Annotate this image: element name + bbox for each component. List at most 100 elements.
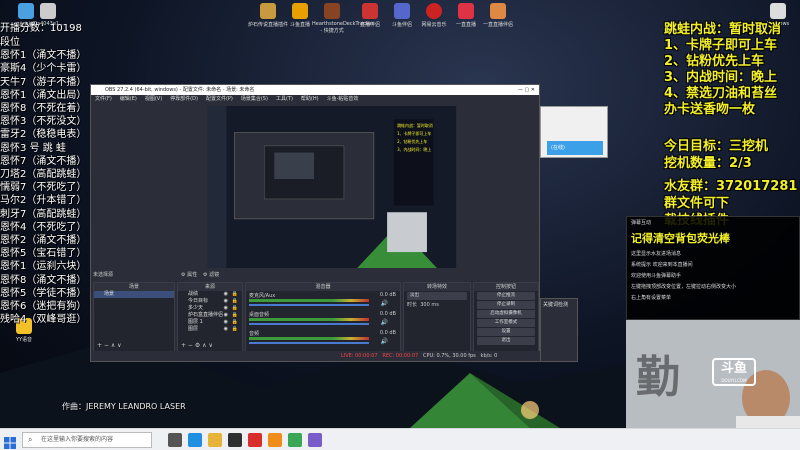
source-item-label: 今日目标	[188, 298, 209, 304]
lock-icon[interactable]: 🔒	[232, 319, 238, 326]
desktop-icon-yizhi-companion[interactable]: 一直直播伴侣	[478, 3, 518, 28]
chat-highlight: 记得清空背包荧光棒	[631, 232, 730, 245]
task-view-icon[interactable]	[168, 433, 182, 447]
speaker-icon[interactable]: 🔊	[381, 319, 388, 326]
file-icon	[40, 3, 56, 19]
rule-line: 2、钻粉优先上车	[664, 54, 765, 69]
rule-line: 办卡送香吻一枚	[664, 102, 756, 117]
lock-icon[interactable]: 🔒	[232, 312, 238, 319]
online-bar[interactable]: (在线)	[547, 141, 603, 155]
transition-duration[interactable]: 时长 300 ms	[404, 301, 470, 308]
menu-item[interactable]: 场景集合(S)	[241, 96, 268, 102]
control-button[interactable]: 启动虚拟摄像机	[477, 310, 535, 318]
control-button[interactable]: 退出	[477, 337, 535, 345]
douyu-icon[interactable]	[268, 433, 282, 447]
obs-window[interactable]: OBS 27.2.4 (64-bit, windows) - 配置文件: 未命名…	[90, 84, 541, 362]
menu-item[interactable]: 配置文件(P)	[206, 96, 233, 102]
secondary-window[interactable]: (在线)	[540, 106, 608, 158]
source-item-label: 战绩	[188, 291, 199, 297]
keyword-panel[interactable]: 关键词检测	[540, 298, 578, 362]
netease-icon[interactable]	[248, 433, 262, 447]
window-controls-icon[interactable]: — ▢ ✕	[518, 85, 535, 95]
source-item[interactable]: ◉ 🔒 炉石盒直播伴侣	[178, 312, 242, 319]
transitions-dock: 转场特效 淡出 时长 300 ms	[403, 282, 471, 352]
desktop-icon-hdt[interactable]: HearthstoneDeckTracker - 快捷方式	[312, 3, 374, 34]
control-button[interactable]: 停止录制	[477, 301, 535, 309]
taskbar-search-input[interactable]: ⌕ 在这里输入你要搜索的内容	[22, 432, 152, 448]
menu-item[interactable]: 视图(V)	[145, 96, 162, 102]
source-item[interactable]: ◉ 🔒 图层	[178, 326, 242, 333]
volume-meter	[249, 337, 369, 340]
control-button[interactable]: 设置	[477, 328, 535, 336]
group-line: 水友群：372017281	[664, 179, 798, 194]
eye-icon[interactable]: ◉	[224, 312, 228, 319]
sources-list: ◉ 🔒 战绩 ◉ 🔒 今日目标 ◉ 🔒 多少天 ◉ 🔒 炉石盒直播伴侣 ◉ 🔒 图层 1 ◉ 🔒 图层	[178, 291, 242, 333]
obs-preview[interactable]: 跳蛙内战：暂时取消 1、卡牌子即可上车 2、钻粉优先上车 3、内战时间：晚上	[177, 106, 487, 268]
source-item-label: 图层	[188, 326, 199, 332]
svg-text:2、钻粉优先上车: 2、钻粉优先上车	[397, 139, 427, 144]
volume-slider[interactable]	[249, 323, 369, 325]
rule-line: 跳蛙内战：暂时取消	[664, 22, 782, 37]
explorer-icon[interactable]	[208, 433, 222, 447]
transition-select[interactable]: 淡出	[407, 292, 467, 300]
eye-icon[interactable]: ◉	[224, 319, 228, 326]
control-buttons: 停止推流 停止录制 启动虚拟摄像机 工作室模式 设置 退出	[474, 292, 538, 345]
mixer-channel-db: 0.0 dB	[379, 311, 396, 317]
speaker-icon[interactable]: 🔊	[381, 300, 388, 307]
goal-line: 挖机数量：2/3	[664, 156, 752, 171]
source-item[interactable]: ◉ 🔒 图层 1	[178, 319, 242, 326]
svg-text:勤: 勤	[636, 352, 680, 403]
menu-item[interactable]: 停靠部件(D)	[170, 96, 198, 102]
speaker-icon[interactable]: 🔊	[381, 338, 388, 345]
properties-button[interactable]: ⚙ 属性	[181, 271, 197, 278]
rank-row: 段位	[0, 37, 20, 48]
menu-item[interactable]: 帮助(H)	[301, 96, 319, 102]
volume-meter	[249, 299, 369, 302]
lock-icon[interactable]: 🔒	[232, 305, 238, 312]
source-item-label: 炉石盒直播伴侣	[188, 312, 224, 318]
chrome-icon[interactable]	[288, 433, 302, 447]
no-source-label: 未选择源	[93, 272, 114, 278]
start-icon[interactable]	[4, 434, 16, 449]
menu-item[interactable]: 编辑(E)	[120, 96, 137, 102]
announcement-overlay: 跳蛙内战：暂时取消 1、卡牌子即可上车 2、钻粉优先上车 3、内战时间：晚上 4、禁选刀…	[664, 22, 800, 229]
control-button[interactable]: 工作室模式	[477, 319, 535, 327]
edge-icon[interactable]	[188, 433, 202, 447]
danmaku-panel[interactable]: 弹幕互动 记得清空背包荧光棒 这里显示水友进场消息 系统提示 欢迎来到本直播间 欢迎…	[626, 216, 800, 320]
obs-titlebar[interactable]: OBS 27.2.4 (64-bit, windows) - 配置文件: 未命名…	[91, 85, 539, 95]
volume-slider[interactable]	[249, 304, 369, 306]
source-add-remove-icon[interactable]: + − ⚙ ∧ ∨	[181, 342, 213, 349]
svg-text:1、卡牌子即可上车: 1、卡牌子即可上车	[397, 131, 431, 136]
volume-slider[interactable]	[249, 342, 369, 344]
rank-row: 恩怀1（涌文不播）	[0, 50, 87, 62]
chat-title: 弹幕互动	[631, 220, 652, 226]
source-item[interactable]: ◉ 🔒 今日目标	[178, 298, 242, 305]
obs-icon[interactable]	[228, 433, 242, 447]
mixer-dock: 混音器 麦克风/Aux 0.0 dB 🔊 桌面音频 0.0 dB 🔊 音频 0.0 dB 🔊	[245, 282, 401, 352]
source-item[interactable]: ◉ 🔒 多少天	[178, 305, 242, 312]
svg-text:3、内战时间：晚上: 3、内战时间：晚上	[397, 147, 431, 152]
eye-icon[interactable]: ◉	[224, 305, 228, 312]
eye-icon[interactable]: ◉	[224, 291, 228, 298]
menu-item[interactable]: 工具(T)	[276, 96, 293, 102]
app-icon[interactable]	[308, 433, 322, 447]
source-item[interactable]: ◉ 🔒 战绩	[178, 291, 242, 298]
control-button[interactable]: 停止推流	[477, 292, 535, 300]
search-icon: ⌕	[28, 435, 33, 444]
mixer-channel-db: 0.0 dB	[379, 292, 396, 298]
eye-icon[interactable]: ◉	[224, 326, 228, 333]
filters-button[interactable]: ⚙ 滤镜	[203, 271, 219, 278]
goal-line: 今日目标：三挖机	[664, 139, 769, 154]
scene-item[interactable]: 场景	[94, 291, 174, 298]
chat-lines: 这里显示水友进场消息 系统提示 欢迎来到本直播间 欢迎使用斗鱼弹幕助手 左键拖拽顶部改…	[627, 248, 799, 303]
sources-dock: 来源 ◉ 🔒 战绩 ◉ 🔒 今日目标 ◉ 🔒 多少天 ◉ 🔒 炉石盒直播伴侣 ◉ 🔒 图层 1 ◉ 🔒 图层 + …	[177, 282, 243, 352]
menu-item[interactable]: 斗鱼-粘贴音效	[327, 96, 359, 102]
source-item-label: 多少天	[188, 305, 204, 311]
obs-statusbar: LIVE: 00:00:07 REC: 00:00:07 CPU: 0.7%, …	[91, 351, 541, 361]
eye-icon[interactable]: ◉	[224, 298, 228, 305]
menu-item[interactable]: 文件(F)	[95, 96, 112, 102]
lock-icon[interactable]: 🔒	[232, 291, 238, 298]
lock-icon[interactable]: 🔒	[232, 326, 238, 333]
scene-add-remove-icon[interactable]: + − ∧ ∨	[97, 342, 122, 349]
lock-icon[interactable]: 🔒	[232, 298, 238, 305]
